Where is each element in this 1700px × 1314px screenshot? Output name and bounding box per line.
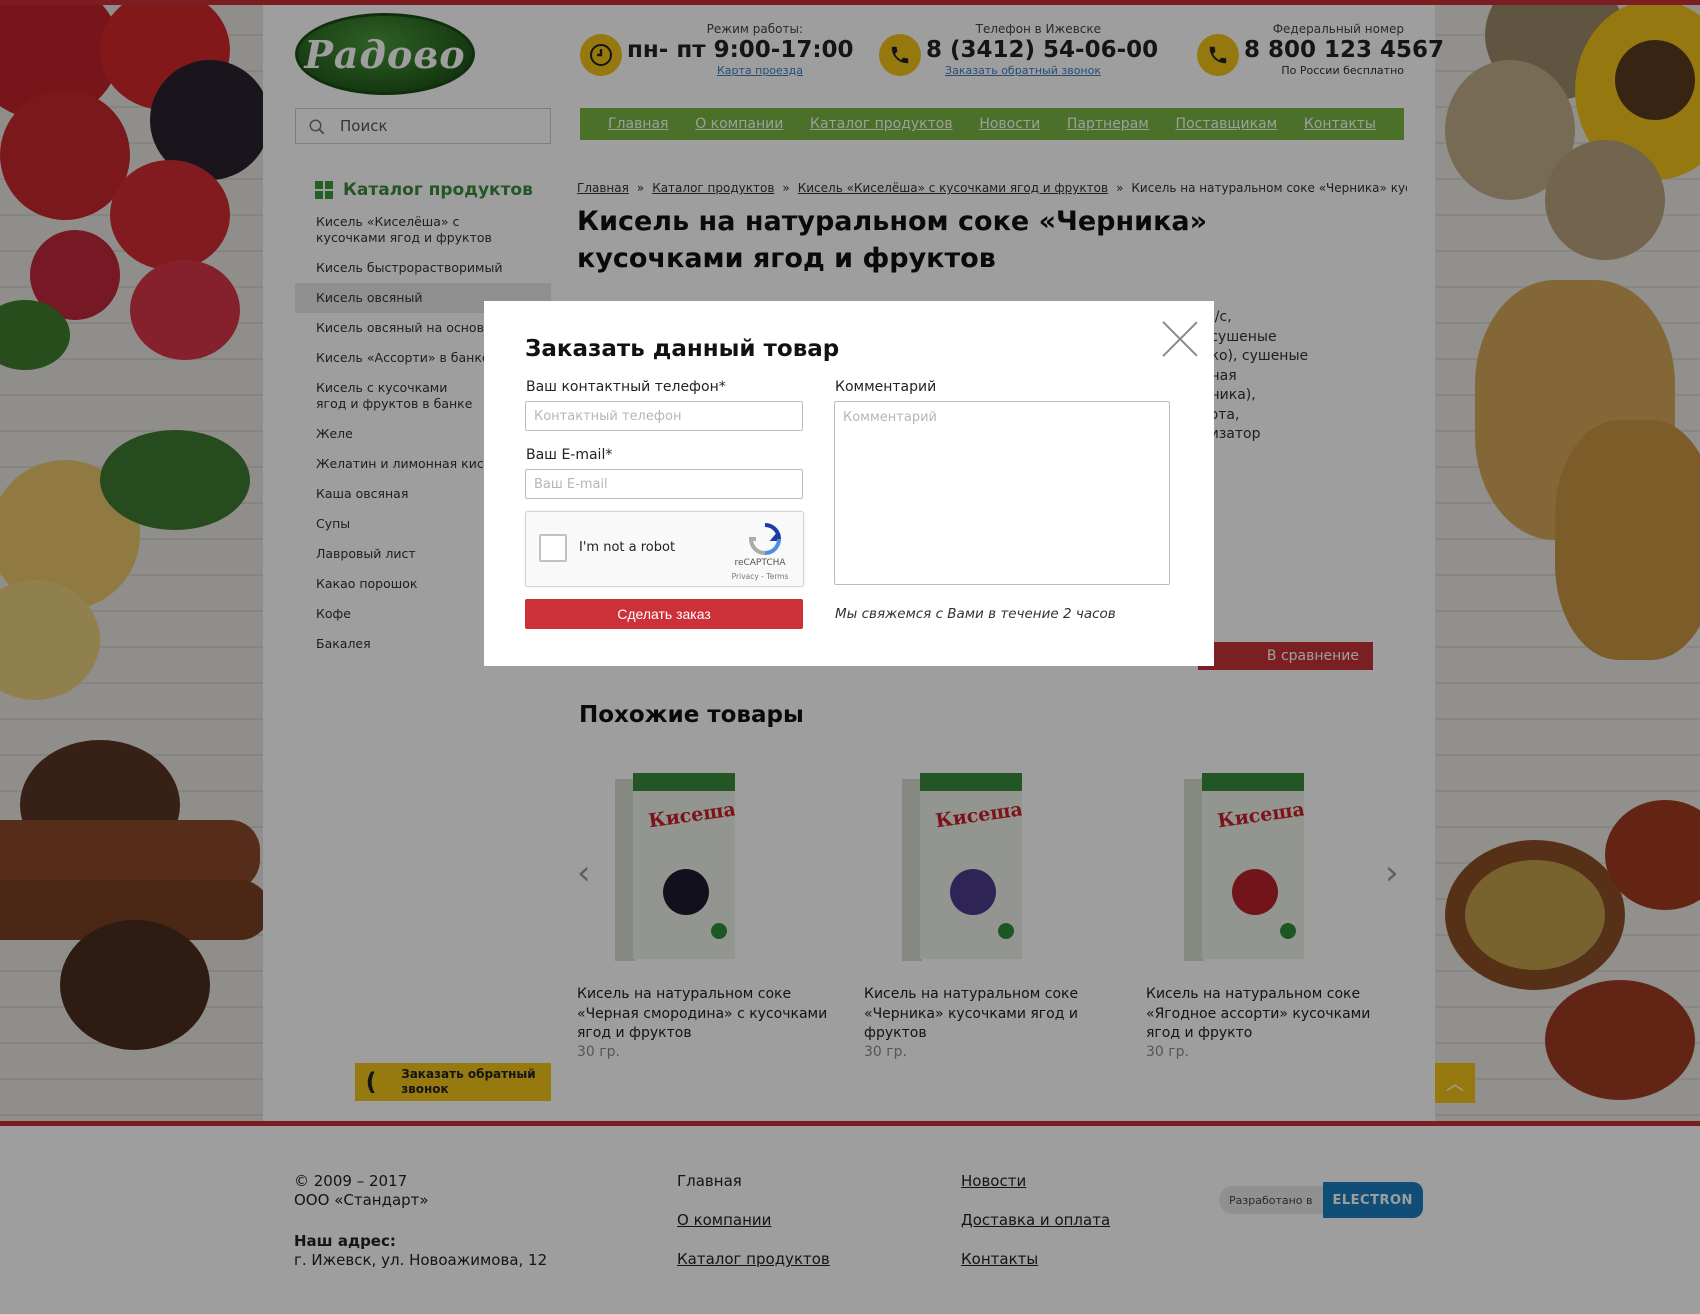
response-note: Мы свяжемся с Вами в течение 2 часов <box>835 606 1116 622</box>
phone-label: Ваш контактный телефон* <box>526 379 726 395</box>
recaptcha-brand: reCAPTCHA <box>734 558 786 568</box>
order-modal: Заказать данный товар Ваш контактный тел… <box>484 301 1214 666</box>
email-label: Ваш E-mail* <box>526 447 613 463</box>
phone-field[interactable] <box>525 401 803 431</box>
submit-order-button[interactable]: Сделать заказ <box>525 599 803 629</box>
close-icon[interactable] <box>1162 321 1198 357</box>
recaptcha-terms[interactable]: Privacy - Terms <box>720 572 800 581</box>
modal-title: Заказать данный товар <box>525 336 840 362</box>
recaptcha-label: I'm not a robot <box>579 540 676 555</box>
email-field[interactable] <box>525 469 803 499</box>
comment-field[interactable] <box>834 401 1170 585</box>
recaptcha-icon <box>748 523 782 555</box>
comment-label: Комментарий <box>835 379 937 395</box>
recaptcha-widget: I'm not a robot reCAPTCHA Privacy - Term… <box>525 511 804 587</box>
recaptcha-checkbox[interactable] <box>539 534 567 562</box>
